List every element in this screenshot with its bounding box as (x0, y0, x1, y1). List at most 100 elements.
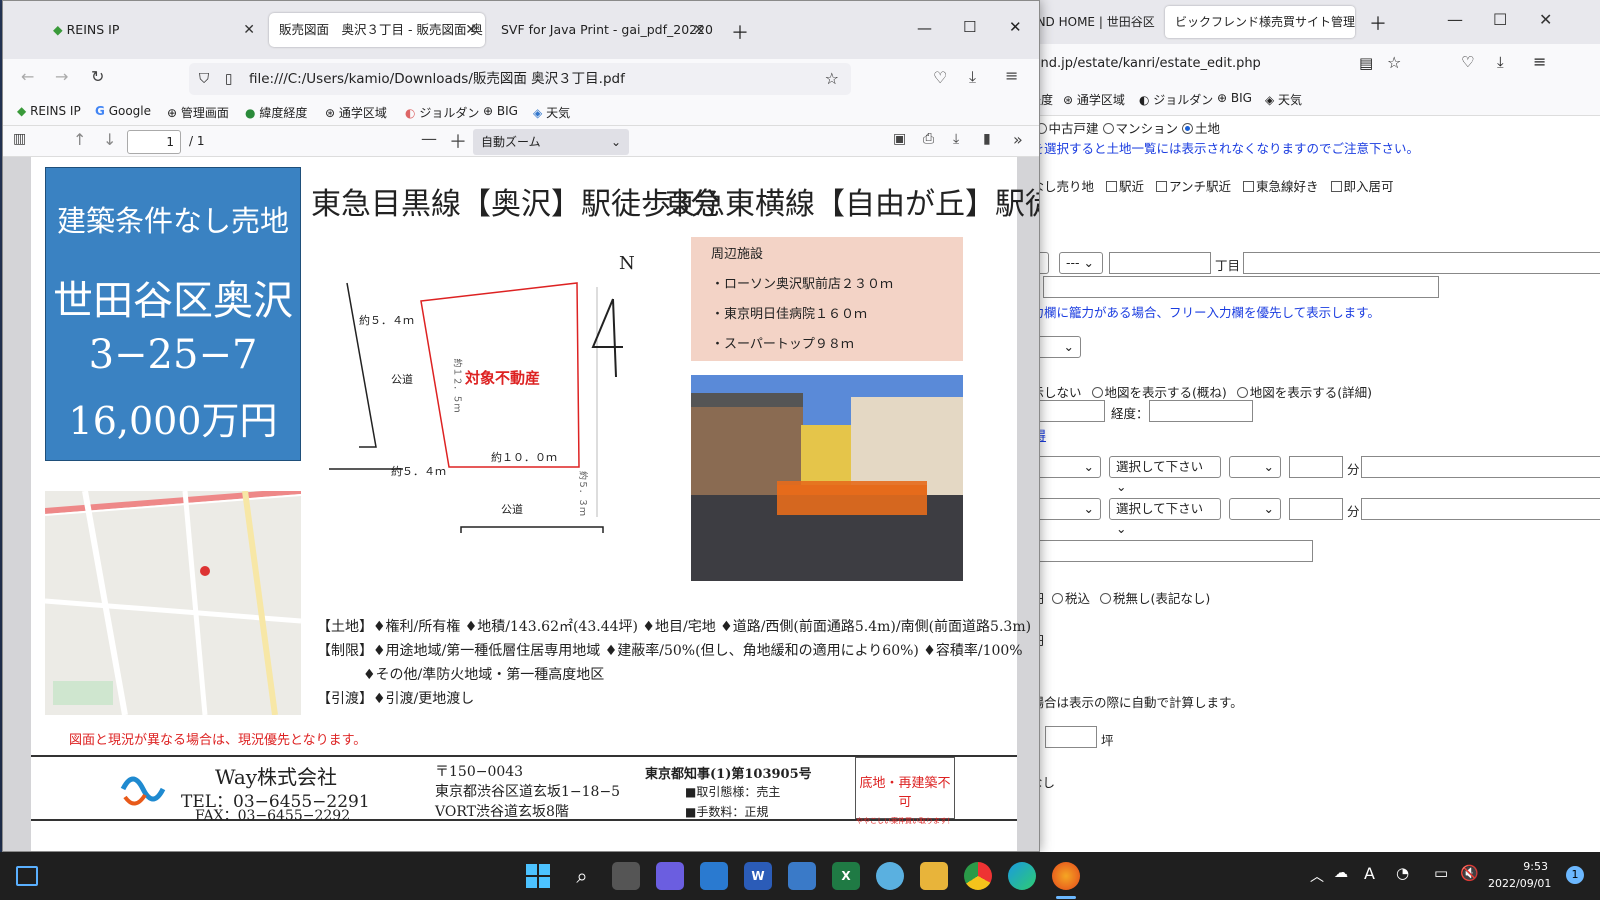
tax-radio-group[interactable]: 万円 税込 税無し(表記なし) (1019, 588, 1210, 607)
access-note-input-1[interactable] (1361, 456, 1600, 478)
chevron-up-icon[interactable]: ︿ (1310, 866, 1324, 886)
close-tab-icon[interactable]: ✕ (243, 13, 255, 47)
search-icon[interactable]: ⌕ (568, 862, 596, 890)
bookmark-item[interactable]: ⊛ 通学区域 (1063, 91, 1125, 108)
bookmark-item[interactable]: ⊕ BIG (1217, 91, 1252, 105)
bookmark-latlng[interactable]: ● 緯度経度 (245, 104, 307, 121)
minutes-input-1[interactable] (1289, 456, 1343, 478)
bookmark-weather[interactable]: ◈ 天気 (533, 104, 570, 121)
bookmark-school-area[interactable]: ⊛ 通学区域 (325, 104, 387, 121)
radio-land[interactable] (1182, 123, 1193, 134)
bookmark-google[interactable]: G Google (95, 104, 151, 118)
close-icon[interactable]: ✕ (1009, 18, 1022, 36)
more-tools-icon[interactable]: » (1013, 130, 1023, 149)
firefox-icon[interactable] (1052, 862, 1080, 890)
zoom-in-icon[interactable]: ＋ (449, 128, 467, 154)
close-tab-icon[interactable]: ✕ (693, 13, 705, 47)
zoom-out-icon[interactable]: — (421, 129, 437, 148)
close-icon[interactable]: ✕ (1539, 10, 1552, 29)
url-text[interactable]: friend.jp/estate/kanri/estate_edit.php (1019, 56, 1261, 71)
radio-tax-none[interactable] (1100, 593, 1111, 604)
back-icon[interactable]: ← (21, 67, 34, 86)
longitude-input[interactable] (1149, 400, 1253, 422)
bookmark-jorudan[interactable]: ◐ ジョルダン (405, 104, 479, 121)
paint-icon[interactable] (876, 862, 904, 890)
misc-input[interactable] (1019, 540, 1313, 562)
chat-icon[interactable] (700, 862, 728, 890)
tab-friend-home[interactable]: END HOME | 世田谷区 (1019, 6, 1159, 38)
radio-map-detail[interactable] (1236, 387, 1248, 398)
checkbox-immediate[interactable] (1330, 181, 1342, 192)
tab-admin-edit[interactable]: ビックフレンド様売買サイト管理画 (1165, 6, 1355, 38)
volume-icon[interactable]: 🔇 (1460, 864, 1479, 882)
free-address-input[interactable] (1043, 276, 1439, 298)
pdf-viewer[interactable]: 建築条件なし売地 世田谷区奥沢 3−25−7 16,000万円 東急目黒線【奥沢… (3, 157, 1039, 851)
new-tab-icon[interactable]: ＋ (1369, 10, 1387, 36)
radio-map-approx[interactable] (1091, 387, 1103, 398)
features-checkbox-group[interactable]: 件なし売り地 駅近 アンチ駅近 東急線好き 即入居可 (1019, 176, 1394, 195)
reader-view-icon[interactable]: ▤ (1359, 54, 1373, 72)
banchi-input[interactable] (1243, 252, 1600, 274)
menu-icon[interactable]: ≡ (1005, 66, 1018, 85)
widgets-icon[interactable] (16, 866, 38, 886)
notepad-icon[interactable] (788, 862, 816, 890)
minimize-icon[interactable]: — (917, 19, 932, 37)
tab-pdf-drawing[interactable]: 販売図面 奥沢３丁目 - 販売図面 奥 ✕ (269, 13, 485, 47)
file-explorer-icon[interactable] (920, 862, 948, 890)
shield-icon[interactable]: ⛉ (199, 63, 209, 95)
ime-indicator[interactable]: A (1364, 864, 1375, 883)
station-select-2[interactable]: 選択して下さい ⌄ (1109, 498, 1221, 536)
tab-reins-ip[interactable]: ◆ REINS IP ✕ (43, 13, 263, 47)
start-icon[interactable] (524, 862, 552, 890)
pocket-icon[interactable]: ♡ (1461, 53, 1474, 71)
new-tab-icon[interactable]: ＋ (731, 19, 749, 45)
checkbox-tokyu[interactable] (1243, 181, 1254, 192)
word-icon[interactable]: W (744, 862, 772, 890)
page-number-input[interactable]: 1 (127, 130, 181, 154)
bookmark-admin[interactable]: ⊕ 管理画面 (167, 104, 229, 121)
address-select-2[interactable]: --- ⌄ (1059, 252, 1103, 274)
next-page-icon[interactable]: ↓ (103, 130, 116, 149)
chome-input[interactable] (1109, 252, 1211, 274)
radio-mansion[interactable] (1102, 123, 1114, 134)
bookmark-reins[interactable]: ◆ REINS IP (17, 104, 81, 118)
bookmark-big[interactable]: ⊕ BIG (483, 104, 518, 118)
edge-icon[interactable] (1008, 862, 1036, 890)
excel-icon[interactable]: X (832, 862, 860, 890)
minimize-icon[interactable]: — (1447, 10, 1463, 29)
clock-app-icon[interactable]: ◔ (1396, 864, 1409, 882)
url-text[interactable]: file:///C:/Users/kamio/Downloads/販売図面 奥沢… (249, 71, 625, 87)
zoom-select[interactable]: 自動ズーム ⌄ (473, 129, 629, 155)
presentation-icon[interactable]: ▣ (893, 131, 906, 147)
onedrive-icon[interactable]: ☁ (1334, 865, 1348, 881)
bookmark-star-icon[interactable]: ☆ (1387, 53, 1401, 72)
pocket-icon[interactable]: ♡ (933, 68, 947, 87)
prev-page-icon[interactable]: ↑ (73, 130, 86, 149)
radio-tax-included[interactable] (1052, 593, 1063, 604)
property-type-radio-group[interactable]: 建 中古戸建 マンション 土地 (1019, 118, 1220, 137)
bookmark-star-icon[interactable]: ☆ (825, 63, 839, 95)
tab-svf-print[interactable]: SVF for Java Print - gai_pdf_20220901✕ (491, 13, 713, 47)
access-note-input-2[interactable] (1361, 498, 1600, 520)
bookmark-item[interactable]: ◐ ジョルダン (1139, 91, 1213, 108)
chrome-icon[interactable] (964, 862, 992, 890)
sidebar-toggle-icon[interactable]: ▥ (13, 131, 26, 147)
checkbox-station-near[interactable] (1106, 181, 1117, 192)
browser-window-pdf[interactable]: ◆ REINS IP ✕ 販売図面 奥沢３丁目 - 販売図面 奥 ✕ SVF for… (2, 0, 1040, 852)
station-select-1[interactable]: 選択して下さい ⌄ (1109, 456, 1221, 494)
download-icon[interactable]: ⤓ (969, 67, 976, 87)
maximize-icon[interactable]: ☐ (1493, 10, 1507, 29)
checkbox-anti-station[interactable] (1156, 181, 1167, 192)
display-icon[interactable]: ▭ (1434, 864, 1448, 882)
download-icon[interactable]: ⤓ (1497, 53, 1504, 71)
save-icon[interactable]: ⤓ (953, 131, 959, 147)
teams-icon[interactable] (656, 862, 684, 890)
notification-badge[interactable]: 1 (1566, 866, 1584, 884)
reload-icon[interactable]: ↻ (91, 67, 104, 86)
bookmark-item[interactable]: ◈ 天気 (1265, 91, 1302, 108)
clock[interactable]: 9:53 2022/09/01 (1488, 858, 1551, 892)
tsubo-input[interactable] (1045, 726, 1097, 748)
print-icon[interactable]: ⎙ (923, 131, 934, 147)
forward-icon[interactable]: → (55, 67, 68, 86)
bookmark-page-icon[interactable]: ▮ (983, 131, 991, 147)
